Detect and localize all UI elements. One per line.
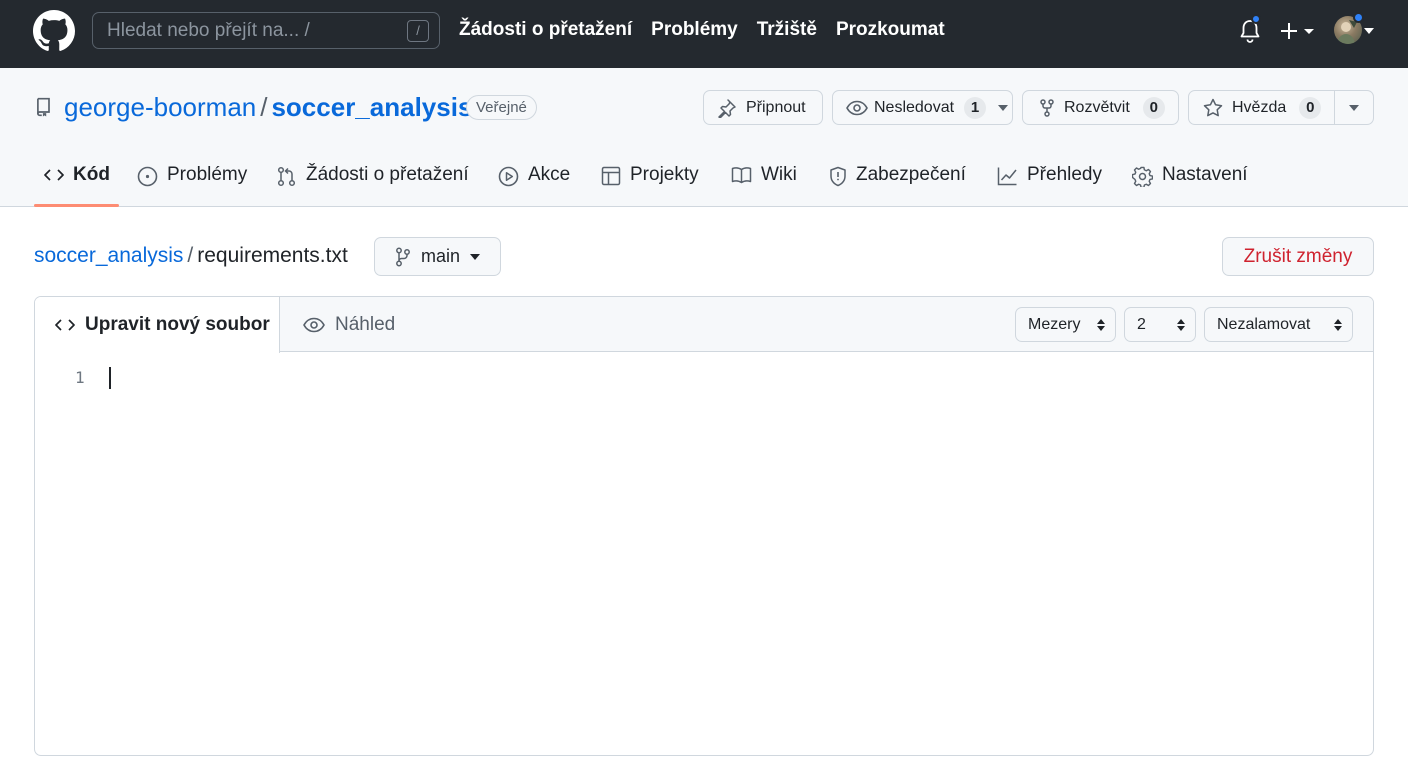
pin-label: Připnout (746, 98, 806, 116)
select-updown-icon (1177, 319, 1185, 331)
tab-issues[interactable]: Problémy (137, 164, 247, 207)
tab-code-label: Kód (73, 164, 110, 185)
fork-icon (1040, 98, 1054, 117)
pin-icon (718, 98, 736, 118)
tab-actions-label: Akce (528, 164, 571, 185)
filename[interactable]: requirements.txt (197, 244, 348, 267)
nav-marketplace[interactable]: Tržiště (757, 19, 817, 41)
tab-preview-label: Náhled (335, 313, 396, 335)
repo-title-separator: / (260, 92, 268, 122)
watch-button[interactable]: Nesledovat 1 (832, 90, 1013, 125)
tab-security[interactable]: Zabezpečení (829, 164, 966, 207)
breadcrumb-repo-link[interactable]: soccer_analysis (34, 244, 183, 267)
tab-wiki[interactable]: Wiki (731, 164, 797, 207)
chevron-down-icon (470, 253, 481, 260)
branch-selector[interactable]: main (374, 237, 501, 276)
nav-pull-requests[interactable]: Žádosti o přetažení (459, 19, 632, 41)
tab-insights-label: Přehledy (1027, 164, 1102, 185)
issue-opened-icon (137, 166, 158, 187)
star-count: 0 (1299, 96, 1322, 119)
breadcrumb-separator: / (187, 244, 194, 267)
notification-indicator (1251, 14, 1261, 24)
github-logo-icon[interactable] (33, 10, 75, 52)
global-nav: Žádosti o přetažení Problémy Tržiště Pro… (459, 19, 945, 41)
editor-toolbar: Upravit nový soubor Náhled Mezery 2 Neza… (35, 297, 1373, 353)
tab-insights[interactable]: Přehledy (997, 164, 1102, 207)
fork-label: Rozvětvit (1064, 98, 1130, 116)
select-updown-icon (1334, 319, 1342, 331)
tab-settings[interactable]: Nastavení (1132, 164, 1248, 207)
tab-wiki-label: Wiki (761, 164, 797, 185)
tab-pull-requests[interactable]: Žádosti o přetažení (277, 164, 469, 207)
tab-settings-label: Nastavení (1162, 164, 1248, 185)
file-editor: Upravit nový soubor Náhled Mezery 2 Neza… (34, 296, 1374, 756)
tab-security-label: Zabezpečení (856, 164, 966, 185)
file-breadcrumb: soccer_analysis / requirements.txt (34, 244, 348, 268)
repository-header: george-boorman / soccer_analysis Veřejné P… (0, 68, 1408, 207)
chevron-down-icon[interactable] (998, 104, 1009, 111)
code-icon (44, 169, 64, 181)
tab-projects-label: Projekty (630, 164, 699, 185)
tab-edit-new-file[interactable]: Upravit nový soubor (35, 297, 280, 353)
indent-mode-value: Mezery (1028, 316, 1081, 333)
line-number: 1 (75, 368, 85, 387)
global-header: / Žádosti o přetažení Problémy Tržiště P… (0, 0, 1408, 68)
fork-button[interactable]: Rozvětvit 0 (1022, 90, 1179, 125)
tab-actions[interactable]: Akce (498, 164, 570, 207)
eye-icon (846, 100, 868, 115)
nav-issues[interactable]: Problémy (651, 19, 738, 41)
pin-button[interactable]: Připnout (703, 90, 823, 125)
star-button[interactable]: Hvězda 0 (1188, 90, 1374, 125)
star-split-divider (1334, 91, 1335, 124)
nav-explore[interactable]: Prozkoumat (836, 19, 945, 41)
avatar-status-indicator (1353, 12, 1364, 23)
repository-title: george-boorman / soccer_analysis (64, 92, 472, 123)
book-icon (731, 167, 752, 184)
tab-issues-label: Problémy (167, 164, 248, 185)
star-label: Hvězda (1232, 98, 1287, 116)
git-pull-request-icon (277, 166, 296, 187)
tab-preview[interactable]: Náhled (303, 297, 395, 352)
repo-name-link[interactable]: soccer_analysis (271, 92, 472, 122)
visibility-badge: Veřejné (466, 95, 537, 120)
text-cursor[interactable] (109, 367, 111, 389)
branch-name: main (421, 246, 461, 266)
tab-pull-requests-label: Žádosti o přetažení (306, 164, 469, 185)
tab-edit-label: Upravit nový soubor (85, 314, 270, 335)
search-shortcut-hint: / (407, 20, 429, 42)
eye-icon (303, 317, 325, 332)
indent-size-select[interactable]: 2 (1124, 307, 1196, 342)
search-box[interactable]: / (92, 12, 440, 49)
wrap-mode-value: Nezalamovat (1217, 316, 1311, 333)
star-icon (1203, 98, 1223, 117)
fork-count: 0 (1142, 96, 1165, 119)
star-list-chevron-down-icon[interactable] (1349, 105, 1359, 111)
search-input[interactable] (107, 20, 397, 42)
code-icon (55, 319, 75, 331)
gear-icon (1132, 166, 1153, 187)
selected-tab-underline (34, 204, 119, 207)
create-new-icon[interactable] (1280, 18, 1320, 44)
shield-icon (830, 166, 846, 187)
watch-count: 1 (964, 96, 987, 119)
play-icon (498, 166, 519, 187)
indent-size-value: 2 (1137, 316, 1146, 333)
cancel-changes-button[interactable]: Zrušit změny (1222, 237, 1374, 276)
table-icon (601, 166, 621, 186)
tab-code[interactable]: Kód (44, 164, 110, 207)
chevron-down-icon[interactable] (1364, 28, 1374, 34)
git-branch-icon (396, 247, 410, 266)
watch-label: Nesledovat (874, 98, 955, 116)
line-number-gutter: 1 (75, 368, 85, 387)
tab-projects[interactable]: Projekty (601, 164, 699, 207)
wrap-mode-select[interactable]: Nezalamovat (1204, 307, 1353, 342)
repo-icon (37, 97, 50, 117)
graph-icon (997, 167, 1017, 186)
select-updown-icon (1097, 319, 1105, 331)
indent-mode-select[interactable]: Mezery (1015, 307, 1116, 342)
repo-owner-link[interactable]: george-boorman (64, 92, 256, 122)
